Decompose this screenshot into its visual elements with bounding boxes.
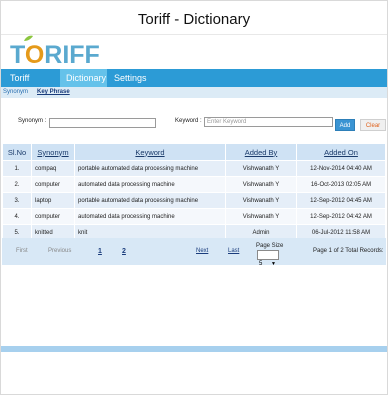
cell-added-by: Vishwanath Y	[225, 160, 297, 177]
table-header-row: Sl.No Synonym Keyword Added By Added On	[2, 143, 386, 161]
cell-slno: 3.	[2, 192, 32, 209]
subnav-synonym[interactable]: Synonym	[3, 87, 28, 98]
first-page-link[interactable]: First	[16, 238, 28, 265]
page-link-1[interactable]: 1	[98, 238, 102, 265]
cell-added-on: 12-Nov-2014 04:40 AM	[296, 160, 386, 177]
cell-added-on: 12-Sep-2012 04:45 AM	[296, 192, 386, 209]
page-size-select[interactable]: 5 ▼	[257, 250, 279, 267]
cell-slno: 1.	[2, 160, 32, 177]
page-size-label: Page Size	[256, 243, 284, 249]
cell-keyword: automated data processing machine	[74, 208, 226, 225]
sub-nav: Synonym Key Phrase	[1, 87, 387, 98]
pagination-bar: First Previous 1 2 Next Last Page Size 5…	[2, 238, 386, 267]
page-link-2[interactable]: 2	[122, 238, 126, 265]
cell-synonym: computer	[31, 176, 75, 193]
header-slno: Sl.No	[2, 143, 32, 161]
page-title: Toriff - Dictionary	[137, 11, 251, 28]
table-row[interactable]: 4. computer automated data processing ma…	[2, 208, 386, 225]
next-page-link[interactable]: Next	[196, 238, 208, 265]
header-synonym[interactable]: Synonym	[31, 143, 75, 161]
cell-added-by: Vishwanath Y	[225, 208, 297, 225]
page-size-value: 5	[259, 261, 263, 267]
app-window: Toriff - Dictionary TORIFF Toriff Search…	[0, 0, 388, 395]
footer-bar	[1, 346, 387, 352]
synonym-label: Synonym :	[18, 118, 47, 124]
cell-slno: 2.	[2, 176, 32, 193]
tab-toriff-search[interactable]: Toriff Search	[4, 69, 58, 101]
cell-keyword: portable automated data processing machi…	[74, 160, 226, 177]
table-row[interactable]: 2. computer automated data processing ma…	[2, 176, 386, 193]
previous-page-link[interactable]: Previous	[48, 238, 71, 265]
cell-keyword: automated data processing machine	[74, 176, 226, 193]
subnav-key-phrase[interactable]: Key Phrase	[37, 87, 70, 98]
header-added-by[interactable]: Added By	[225, 143, 297, 161]
cell-added-by: Vishwanath Y	[225, 176, 297, 193]
table-row[interactable]: 3. laptop portable automated data proces…	[2, 192, 386, 209]
cell-synonym: computer	[31, 208, 75, 225]
keyword-input[interactable]: Enter Keyword	[204, 117, 333, 127]
cell-added-on: 12-Sep-2012 04:42 AM	[296, 208, 386, 225]
toriff-logo: TORIFF	[10, 41, 100, 69]
cell-synonym: compaq	[31, 160, 75, 177]
clear-button[interactable]: Clear	[360, 119, 386, 131]
header-divider	[1, 34, 387, 35]
keyword-label: Keyword :	[175, 118, 202, 124]
tab-settings[interactable]: Settings	[108, 69, 148, 87]
page-info: Page 1 of 2 Total Records:	[313, 248, 384, 254]
cell-synonym: laptop	[31, 192, 75, 209]
tab-dictionary[interactable]: Dictionary	[60, 69, 107, 87]
chevron-down-icon: ▼	[271, 261, 276, 267]
cell-keyword: portable automated data processing machi…	[74, 192, 226, 209]
header-keyword[interactable]: Keyword	[74, 143, 226, 161]
synonym-input[interactable]	[49, 118, 156, 128]
cell-added-by: Vishwanath Y	[225, 192, 297, 209]
table-row[interactable]: 1. compaq portable automated data proces…	[2, 160, 386, 177]
header-added-on[interactable]: Added On	[296, 143, 386, 161]
cell-added-on: 16-Oct-2013 02:05 AM	[296, 176, 386, 193]
add-button[interactable]: Add	[335, 119, 355, 131]
main-nav: Toriff Search Dictionary Settings	[1, 69, 387, 101]
last-page-link[interactable]: Last	[228, 238, 239, 265]
dictionary-table: Sl.No Synonym Keyword Added By Added On …	[2, 143, 386, 241]
cell-slno: 4.	[2, 208, 32, 225]
